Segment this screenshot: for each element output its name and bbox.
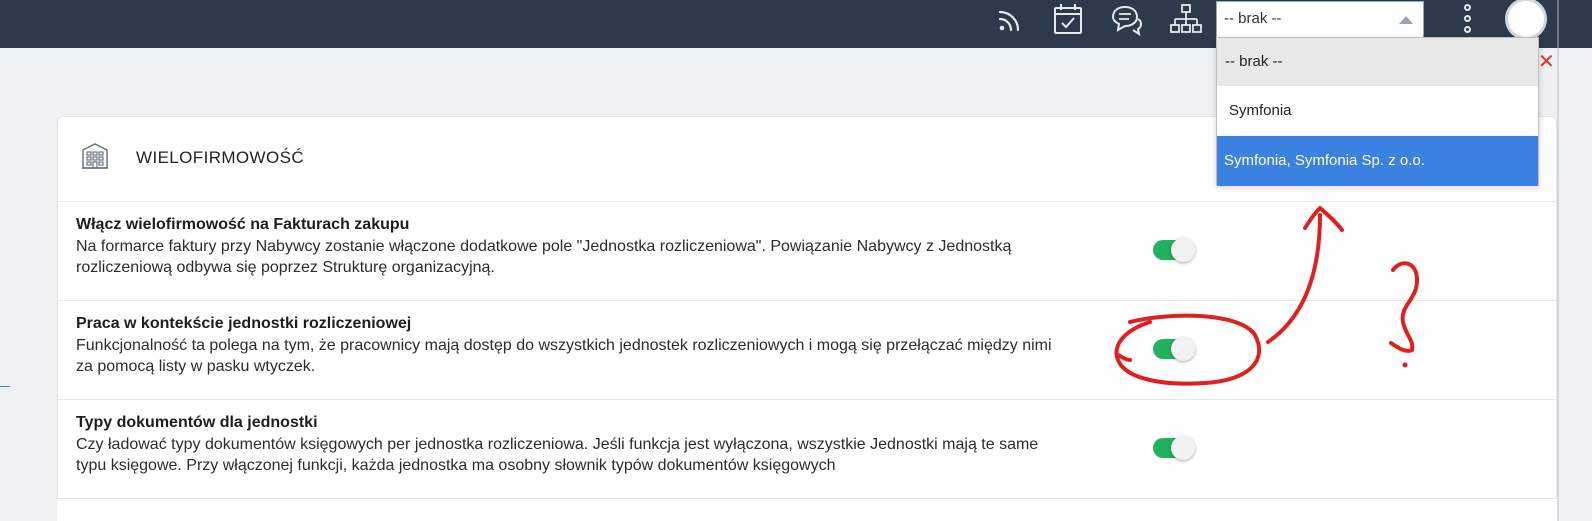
setting-description-line: Funkcjonalność ta polega na tym, że prac… [76,337,1052,354]
setting-description-line: typu księgowe. Przy włączonej funkcji, k… [76,457,836,474]
chat-icon[interactable] [1109,2,1145,38]
option-symfonia-sp-zoo[interactable]: Symfonia, Symfonia Sp. z o.o. [1217,136,1538,186]
divider [1557,48,1559,521]
setting-row: Typy dokumentów dla jednostki Czy ładowa… [58,400,1556,499]
org-chart-icon[interactable] [1168,2,1204,38]
rss-icon[interactable] [992,2,1028,38]
setting-description-line: rozliczeniową odbywa się poprzez Struktu… [76,259,495,276]
scroll-marker [0,386,10,387]
setting-description: Na formarce faktury przy Nabywcy zostani… [76,236,1136,278]
toggle-billing-unit-context[interactable] [1153,337,1195,361]
more-menu-icon[interactable] [1458,4,1478,36]
divider [1557,0,1559,48]
option-symfonia[interactable]: Symfonia [1217,86,1538,136]
company-select[interactable]: -- brak -- [1216,1,1424,37]
card-title: WIELOFIRMOWOŚĆ [136,148,305,167]
setting-description-line: Na formarce faktury przy Nabywcy zostani… [76,238,1012,255]
company-dropdown-list: -- brak -- Symfonia Symfonia, Symfonia S… [1216,37,1539,186]
avatar[interactable] [1505,0,1547,40]
company-select-value: -- brak -- [1224,10,1282,27]
setting-description-line: Czy ładować typy dokumentów księgowych p… [76,436,1039,453]
caret-up-icon [1399,16,1413,24]
setting-title: Praca w kontekście jednostki rozliczenio… [76,315,412,332]
setting-row: Praca w kontekście jednostki rozliczenio… [58,301,1556,400]
close-icon[interactable]: ✕ [1538,52,1555,72]
setting-description: Czy ładować typy dokumentów księgowych p… [76,434,1136,476]
toggle-document-types[interactable] [1153,436,1195,460]
setting-title: Typy dokumentów dla jednostki [76,414,318,431]
next-card [57,498,1557,521]
setting-description: Funkcjonalność ta polega na tym, że prac… [76,335,1136,377]
setting-title: Włącz wielofirmowość na Fakturach zakupu [76,216,410,233]
building-icon [80,141,110,171]
setting-row: Włącz wielofirmowość na Fakturach zakupu… [58,202,1556,301]
toggle-multicompany-invoices[interactable] [1153,238,1195,262]
option-none[interactable]: -- brak -- [1217,38,1538,86]
calendar-check-icon[interactable] [1050,2,1086,38]
setting-description-line: za pomocą listy w pasku wtyczek. [76,358,316,375]
